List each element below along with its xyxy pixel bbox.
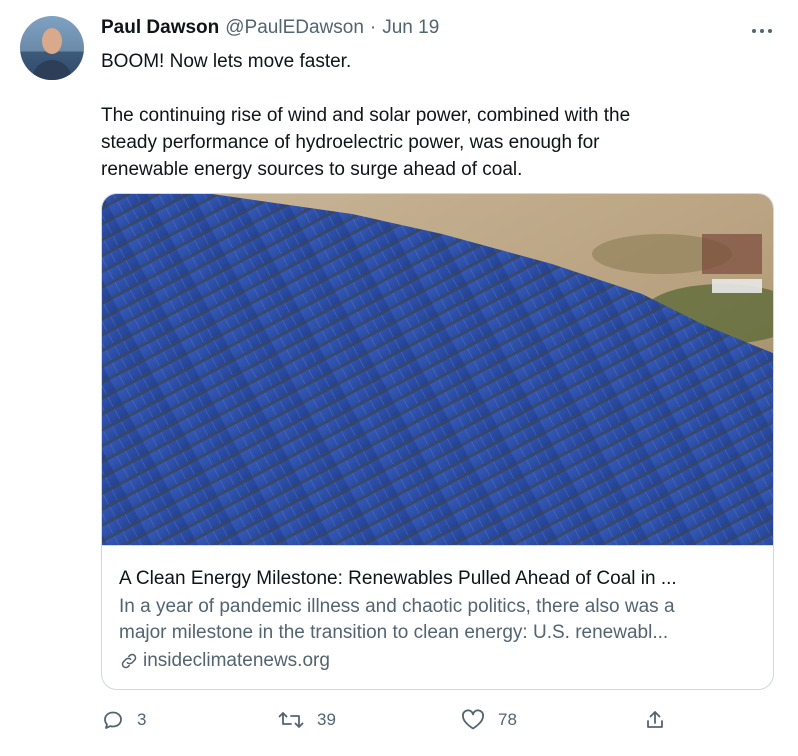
card-domain-text: insideclimatenews.org bbox=[143, 650, 330, 671]
avatar[interactable] bbox=[20, 16, 84, 80]
card-domain[interactable]: insideclimatenews.org bbox=[119, 648, 330, 674]
like-button[interactable]: 78 bbox=[460, 704, 517, 736]
share-icon bbox=[647, 711, 663, 728]
retweet-button[interactable]: 39 bbox=[277, 704, 336, 736]
tweet-paragraph-line: The continuing rise of wind and solar po… bbox=[101, 105, 631, 126]
card-description-line: In a year of pandemic illness and chaoti… bbox=[119, 596, 675, 617]
tweet-paragraph-line: renewable energy sources to surge ahead … bbox=[101, 159, 523, 180]
tweet-line-1: BOOM! Now lets move faster. bbox=[101, 51, 352, 72]
more-horizontal-icon-dot bbox=[760, 29, 764, 33]
link-card[interactable]: A Clean Energy Milestone: Renewables Pul… bbox=[101, 193, 774, 690]
share-button[interactable] bbox=[643, 704, 667, 736]
retweet-icon bbox=[278, 712, 304, 728]
tweet: Paul Dawson @PaulEDawson · Jun 19 BOOM! … bbox=[0, 0, 798, 756]
like-count: 78 bbox=[498, 710, 517, 729]
tweet-actions: 3 39 78 bbox=[101, 704, 681, 736]
card-image[interactable] bbox=[102, 194, 773, 546]
reply-icon bbox=[104, 711, 122, 729]
card-title[interactable]: A Clean Energy Milestone: Renewables Pul… bbox=[119, 566, 759, 592]
reply-count: 3 bbox=[137, 710, 147, 729]
reply-button[interactable]: 3 bbox=[101, 704, 146, 736]
tweet-date[interactable]: Jun 19 bbox=[382, 17, 439, 39]
header-separator: · bbox=[369, 17, 377, 38]
link-icon bbox=[121, 653, 137, 669]
retweet-count: 39 bbox=[317, 710, 336, 729]
more-horizontal-icon bbox=[752, 29, 756, 33]
more-horizontal-icon-dot bbox=[768, 29, 772, 33]
card-description: In a year of pandemic illness and chaoti… bbox=[119, 594, 764, 646]
card-description-line: major milestone in the transition to cle… bbox=[119, 622, 669, 643]
more-options-button[interactable] bbox=[752, 22, 772, 40]
avatar-face bbox=[42, 28, 62, 54]
tweet-header: Paul Dawson @PaulEDawson · Jun 19 bbox=[101, 17, 439, 43]
tweet-paragraph-line: steady performance of hydroelectric powe… bbox=[101, 132, 600, 153]
solar-farm-image bbox=[102, 194, 773, 545]
tweet-text: BOOM! Now lets move faster. The continui… bbox=[101, 48, 761, 183]
author-handle[interactable]: @PaulEDawson bbox=[225, 17, 364, 39]
heart-icon bbox=[462, 709, 484, 730]
author-name[interactable]: Paul Dawson bbox=[101, 17, 219, 39]
avatar-shirt bbox=[32, 60, 72, 80]
